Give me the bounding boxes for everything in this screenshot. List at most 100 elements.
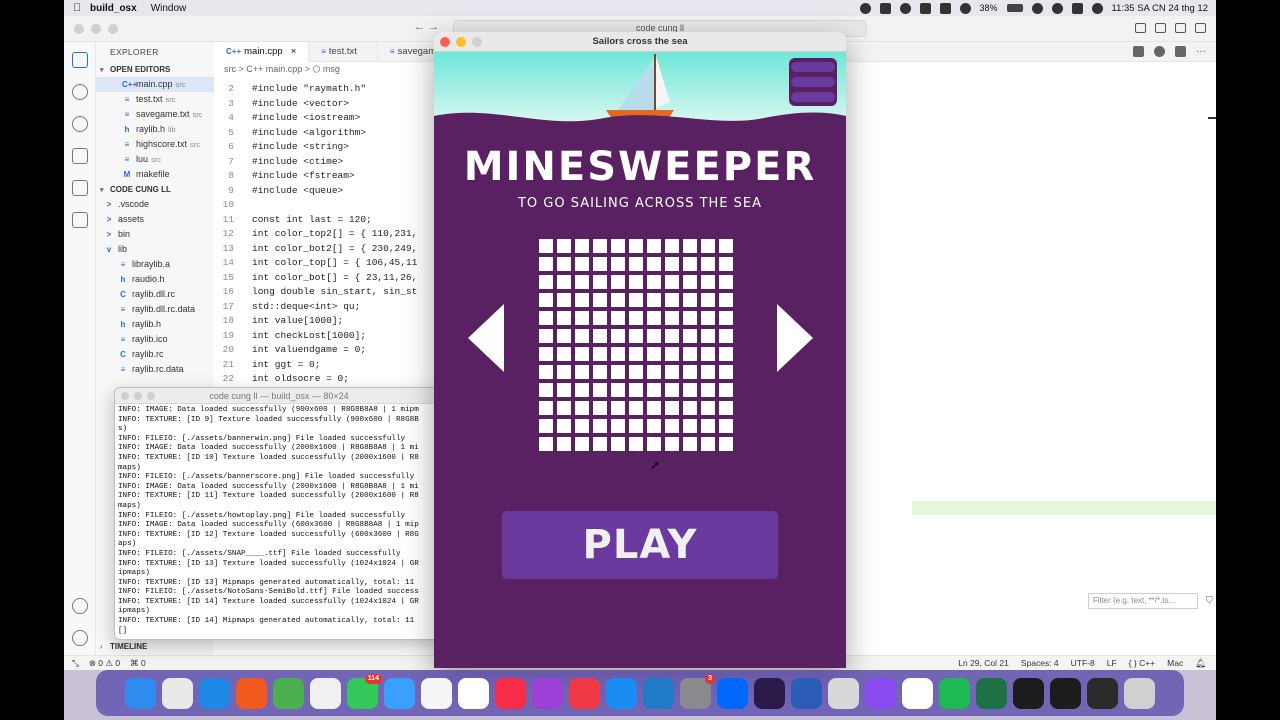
grid-cell[interactable] xyxy=(647,437,661,451)
tree-file[interactable]: ≡ raylib.dll.rc.data xyxy=(96,302,214,317)
toggle-sidebar-icon[interactable] xyxy=(1135,23,1146,33)
run-debug-icon[interactable] xyxy=(72,148,88,164)
cursor-position[interactable]: Ln 29, Col 21 xyxy=(958,656,1009,670)
appstore-icon[interactable] xyxy=(606,677,637,709)
extensions-icon[interactable] xyxy=(72,180,88,196)
grid-cell[interactable] xyxy=(665,401,679,415)
tree-file[interactable]: Craylib.rc xyxy=(96,347,214,362)
tree-file[interactable]: ≡ raylib.ico xyxy=(96,332,214,347)
next-arrow-icon[interactable] xyxy=(777,304,813,372)
grid-cell[interactable] xyxy=(593,401,607,415)
remote-indicator-icon[interactable]: ⤡ xyxy=(72,656,79,670)
grid-cell[interactable] xyxy=(719,311,733,325)
grid-cell[interactable] xyxy=(647,365,661,379)
open-editors-section[interactable]: ▾ OPEN EDITORS xyxy=(96,62,214,77)
messages-icon[interactable]: 114 xyxy=(347,673,382,709)
grid-cell[interactable] xyxy=(539,365,553,379)
control-icon[interactable] xyxy=(879,2,891,14)
coccoc-icon[interactable] xyxy=(273,677,304,709)
encoding[interactable]: UTF-8 xyxy=(1071,656,1095,670)
vscode-icon[interactable] xyxy=(643,677,674,709)
open-editor-item[interactable]: Mmakefile xyxy=(96,167,214,182)
customize-layout-icon[interactable] xyxy=(1195,23,1206,33)
grid-cell[interactable] xyxy=(701,347,715,361)
tree-file[interactable]: Craylib.dll.rc xyxy=(96,287,214,302)
tree-file[interactable]: h raudio.h xyxy=(96,272,214,287)
grid-cell[interactable] xyxy=(719,437,733,451)
grid-cell[interactable] xyxy=(629,239,643,253)
grid-cell[interactable] xyxy=(611,365,625,379)
grid-cell[interactable] xyxy=(719,401,733,415)
grid-cell[interactable] xyxy=(593,275,607,289)
grid-cell[interactable] xyxy=(593,437,607,451)
word-icon[interactable] xyxy=(791,677,822,709)
manage-gear-icon[interactable] xyxy=(72,630,88,646)
toggle-panel-icon[interactable] xyxy=(1155,23,1166,33)
record-icon[interactable] xyxy=(859,2,871,14)
grid-cell[interactable] xyxy=(629,401,643,415)
grid-cell[interactable] xyxy=(719,329,733,343)
grid-cell[interactable] xyxy=(557,257,571,271)
brave-icon[interactable] xyxy=(236,677,267,709)
grid-cell[interactable] xyxy=(719,239,733,253)
grid-cell[interactable] xyxy=(611,293,625,307)
grid-cell[interactable] xyxy=(719,365,733,379)
problems-count[interactable]: ⊗ 0 ⚠ 0 xyxy=(89,656,120,670)
grid-cell[interactable] xyxy=(683,293,697,307)
siri-icon[interactable] xyxy=(1091,2,1103,14)
grid-cell[interactable] xyxy=(665,419,679,433)
explorer-icon[interactable] xyxy=(72,52,88,68)
grid-cell[interactable] xyxy=(557,239,571,253)
toggle-secondary-sidebar-icon[interactable] xyxy=(1175,23,1186,33)
grid-cell[interactable] xyxy=(683,347,697,361)
grid-cell[interactable] xyxy=(575,437,589,451)
terminal-minimize-button[interactable] xyxy=(134,392,142,400)
tree-file[interactable]: h raylib.h xyxy=(96,317,214,332)
zalo-icon[interactable] xyxy=(717,677,748,709)
grid-cell[interactable] xyxy=(575,383,589,397)
grid-cell[interactable] xyxy=(539,275,553,289)
grid-cell[interactable] xyxy=(629,365,643,379)
news-icon[interactable] xyxy=(569,677,600,709)
bluetooth-icon[interactable] xyxy=(959,2,971,14)
grid-cell[interactable] xyxy=(557,419,571,433)
grid-cell[interactable] xyxy=(701,275,715,289)
grid-cell[interactable] xyxy=(701,311,715,325)
grid-cell[interactable] xyxy=(539,257,553,271)
grid-cell[interactable] xyxy=(683,329,697,343)
control-center-icon[interactable] xyxy=(1071,2,1083,14)
notion-status-icon[interactable] xyxy=(919,2,931,14)
grid-cell[interactable] xyxy=(539,329,553,343)
grid-cell[interactable] xyxy=(539,419,553,433)
grid-cell[interactable] xyxy=(683,257,697,271)
run-icon[interactable] xyxy=(1133,46,1144,57)
grid-cell[interactable] xyxy=(629,311,643,325)
music-icon[interactable] xyxy=(495,677,526,709)
grid-cell[interactable] xyxy=(593,311,607,325)
end-of-line[interactable]: LF xyxy=(1107,656,1117,670)
grid-cell[interactable] xyxy=(701,419,715,433)
grid-cell[interactable] xyxy=(611,347,625,361)
trash-icon[interactable] xyxy=(1124,677,1155,709)
notifications-bell-icon[interactable]: 🔔︎ xyxy=(1195,656,1206,670)
grid-cell[interactable] xyxy=(665,383,679,397)
grid-cell[interactable] xyxy=(575,329,589,343)
grid-cell[interactable] xyxy=(593,257,607,271)
grid-cell[interactable] xyxy=(629,437,643,451)
game-minimize-button[interactable] xyxy=(456,37,466,47)
grid-cell[interactable] xyxy=(575,347,589,361)
excel-icon[interactable] xyxy=(976,677,1007,709)
grid-cell[interactable] xyxy=(683,239,697,253)
grid-cell[interactable] xyxy=(701,257,715,271)
grid-cell[interactable] xyxy=(575,239,589,253)
terminal-zoom-button[interactable] xyxy=(147,392,155,400)
code-view[interactable]: 2 #include "raymath.h" 3 #include <vector> 4… xyxy=(214,82,444,387)
grid-cell[interactable] xyxy=(593,347,607,361)
grid-cell[interactable] xyxy=(665,257,679,271)
grid-cell[interactable] xyxy=(557,383,571,397)
grid-cell[interactable] xyxy=(593,383,607,397)
editor-tab[interactable]: ≡ test.txt xyxy=(309,42,378,62)
console-icon[interactable] xyxy=(1087,677,1118,709)
grid-cell[interactable] xyxy=(683,311,697,325)
grid-cell[interactable] xyxy=(665,311,679,325)
